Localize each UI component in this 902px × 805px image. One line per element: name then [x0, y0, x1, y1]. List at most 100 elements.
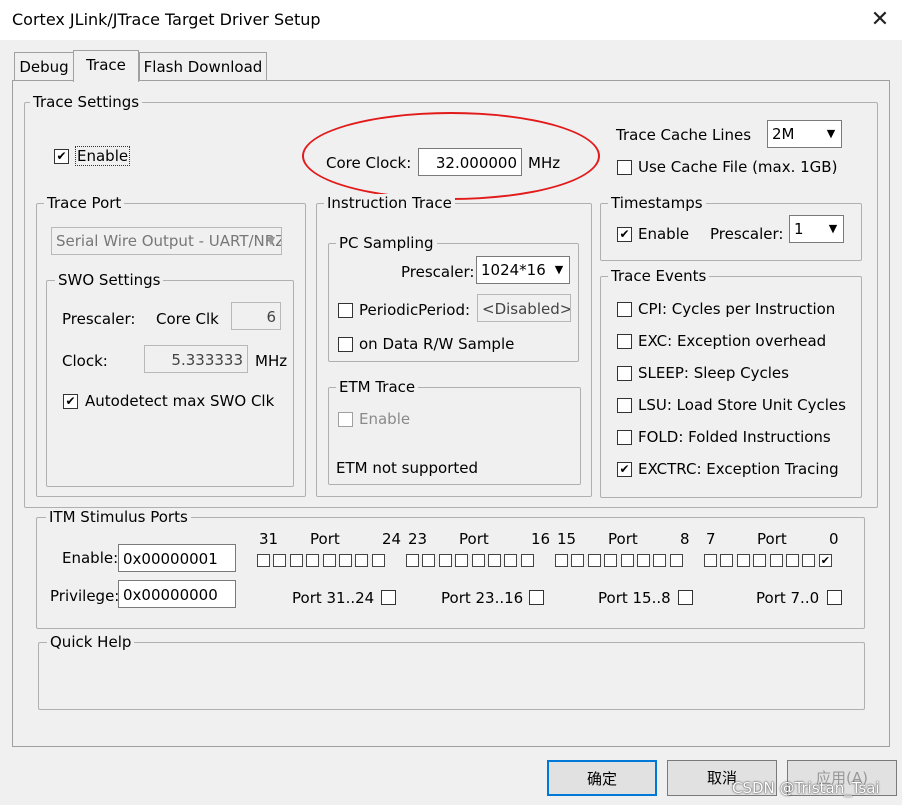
trace-cache-lines-label: Trace Cache Lines: [616, 126, 752, 144]
itm-port-10-checkbox[interactable]: [637, 554, 650, 567]
port-23-label: 23: [408, 530, 428, 548]
itm-port-18-checkbox[interactable]: [488, 554, 501, 567]
itm-port-11-checkbox[interactable]: [620, 554, 634, 567]
itm-port-27-checkbox[interactable]: [322, 554, 336, 567]
instruction-trace-label: Instruction Trace: [324, 194, 455, 212]
itm-port-6-checkbox[interactable]: [720, 554, 734, 567]
itm-port-22-checkbox[interactable]: [422, 554, 436, 567]
priv-port-7-0-checkbox[interactable]: [827, 590, 842, 605]
itm-port-13-checkbox[interactable]: [587, 554, 601, 567]
swo-prescaler-input[interactable]: 6: [231, 302, 281, 330]
etm-enable-label: Enable: [359, 410, 411, 428]
trace-settings-label: Trace Settings: [30, 93, 143, 111]
itm-port-21-checkbox[interactable]: [438, 554, 452, 567]
data-rw-sample-checkbox[interactable]: [338, 337, 353, 352]
itm-port-30-checkbox[interactable]: [273, 554, 287, 567]
itm-enable-input[interactable]: 0x00000001: [118, 544, 236, 572]
itm-port-24-checkbox[interactable]: [371, 554, 385, 567]
priv-port-23-16-label: Port 23..16: [441, 589, 524, 607]
event-lsu-checkbox[interactable]: [617, 398, 632, 413]
itm-port-25-checkbox[interactable]: [355, 554, 369, 567]
itm-port-7-checkbox[interactable]: [704, 554, 717, 567]
event-sleep-checkbox[interactable]: [617, 366, 632, 381]
itm-port-8-checkbox[interactable]: [669, 554, 683, 567]
tab-trace[interactable]: Trace: [73, 50, 139, 82]
pc-sampling-label: PC Sampling: [336, 234, 437, 252]
periodic-period-input[interactable]: <Disabled>: [477, 294, 571, 322]
autodetect-swo-label: Autodetect max SWO Clk: [85, 392, 275, 410]
itm-port-20-checkbox[interactable]: [455, 554, 469, 567]
itm-port-17-checkbox[interactable]: [504, 554, 518, 567]
event-fold-checkbox[interactable]: [617, 430, 632, 445]
itm-port-3-checkbox[interactable]: [769, 554, 783, 567]
priv-port-23-16-checkbox[interactable]: [529, 590, 544, 605]
itm-port-2-checkbox[interactable]: [786, 554, 799, 567]
periodic-period-checkbox[interactable]: [338, 303, 353, 318]
ok-button[interactable]: 确定: [547, 760, 657, 796]
itm-port-5-checkbox[interactable]: [736, 554, 750, 567]
trace-port-value: Serial Wire Output - UART/NRZ: [56, 232, 282, 250]
itm-port-4-checkbox[interactable]: [753, 554, 767, 567]
enable-trace-checkbox[interactable]: ✔: [54, 149, 69, 164]
etm-trace-label: ETM Trace: [336, 378, 419, 396]
port-word-label: Port: [757, 530, 787, 548]
itm-port-29-checkbox[interactable]: [289, 554, 303, 567]
port-word-label: Port: [608, 530, 638, 548]
quick-help-label: Quick Help: [47, 633, 135, 651]
trace-cache-lines-value: 2M: [772, 125, 795, 143]
data-rw-sample-label: on Data R/W Sample: [359, 335, 515, 353]
timestamps-prescaler-value: 1: [794, 220, 804, 238]
event-cpi-label: CPI: Cycles per Instruction: [638, 300, 836, 318]
event-lsu-label: LSU: Load Store Unit Cycles: [638, 396, 846, 414]
chevron-down-icon: ▼: [554, 263, 564, 276]
itm-port-15-checkbox[interactable]: [555, 554, 568, 567]
itm-privilege-input[interactable]: 0x00000000: [118, 580, 236, 608]
itm-port-31-checkbox[interactable]: [257, 554, 270, 567]
port-24-label: 24: [382, 530, 402, 548]
tab-debug[interactable]: Debug: [14, 52, 74, 81]
itm-port-16-checkbox[interactable]: [520, 554, 534, 567]
pc-prescaler-label: Prescaler:: [401, 263, 475, 281]
event-exc-checkbox[interactable]: [617, 334, 632, 349]
pc-prescaler-value: 1024*16: [481, 261, 546, 279]
chevron-down-icon: ▼: [826, 127, 836, 140]
itm-port-14-checkbox[interactable]: [571, 554, 585, 567]
trace-port-label: Trace Port: [44, 194, 125, 212]
chevron-down-icon: ▼: [266, 234, 276, 247]
autodetect-swo-checkbox[interactable]: ✔: [63, 394, 78, 409]
itm-stimulus-group: [36, 517, 865, 629]
use-cache-file-checkbox[interactable]: [617, 160, 632, 175]
priv-port-31-24-label: Port 31..24: [292, 589, 375, 607]
itm-port-19-checkbox[interactable]: [471, 554, 485, 567]
itm-port-0-checkbox[interactable]: ✔: [818, 554, 832, 567]
timestamps-prescaler-select[interactable]: 1 ▼: [789, 215, 844, 243]
pc-prescaler-select[interactable]: 1024*16 ▼: [476, 256, 570, 284]
etm-enable-checkbox[interactable]: [338, 412, 353, 427]
port-8-label: 8: [680, 530, 690, 548]
use-cache-file-label: Use Cache File (max. 1GB): [638, 158, 838, 176]
event-cpi-checkbox[interactable]: [617, 302, 632, 317]
port-7-label: 7: [706, 530, 716, 548]
timestamps-enable-checkbox[interactable]: ✔: [617, 227, 632, 242]
window-title: Cortex JLink/JTrace Target Driver Setup: [12, 10, 321, 29]
itm-port-1-checkbox[interactable]: [802, 554, 816, 567]
close-icon[interactable]: ✕: [866, 6, 894, 34]
swo-prescaler-label: Prescaler:: [62, 310, 136, 328]
itm-port-9-checkbox[interactable]: [653, 554, 667, 567]
swo-clock-label: Clock:: [62, 352, 108, 370]
priv-port-31-24-checkbox[interactable]: [381, 590, 396, 605]
event-exctrc-checkbox[interactable]: ✔: [617, 462, 632, 477]
itm-port-23-checkbox[interactable]: [406, 554, 419, 567]
swo-clock-unit: MHz: [255, 352, 288, 370]
timestamps-enable-label: Enable: [638, 225, 690, 243]
itm-port-12-checkbox[interactable]: [604, 554, 618, 567]
priv-port-15-8-checkbox[interactable]: [678, 590, 693, 605]
quick-help-group: [38, 642, 865, 710]
itm-port-28-checkbox[interactable]: [306, 554, 320, 567]
swo-clock-input[interactable]: 5.333333: [144, 345, 248, 373]
trace-cache-lines-select[interactable]: 2M ▼: [767, 120, 842, 148]
itm-port-26-checkbox[interactable]: [339, 554, 352, 567]
trace-port-select[interactable]: Serial Wire Output - UART/NRZ ▼: [51, 227, 282, 255]
priv-port-15-8-label: Port 15..8: [598, 589, 671, 607]
tab-flash-download[interactable]: Flash Download: [139, 52, 267, 81]
